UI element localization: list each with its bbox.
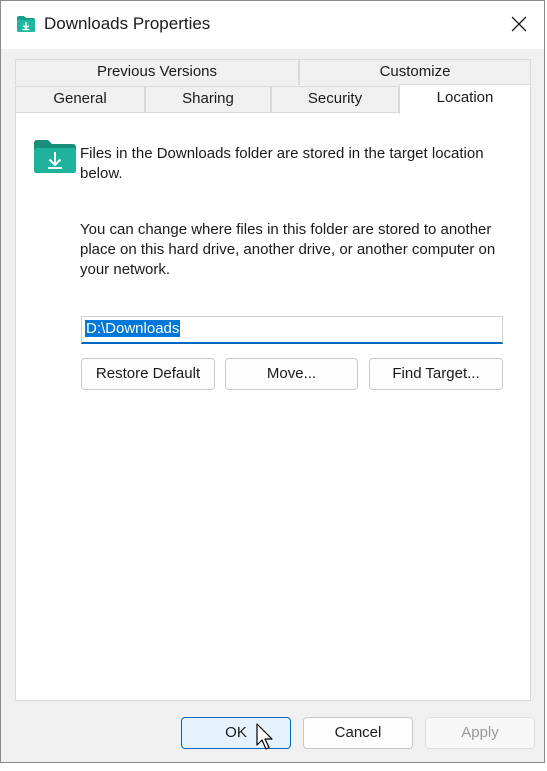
tab-sharing[interactable]: Sharing: [145, 86, 271, 112]
move-button[interactable]: Move...: [225, 358, 358, 390]
mouse-pointer-icon: [256, 723, 273, 750]
path-input[interactable]: D:\Downloads: [81, 316, 503, 344]
tab-general[interactable]: General: [15, 86, 145, 112]
window-title: Downloads Properties: [44, 14, 211, 33]
tab-strip: Previous Versions Customize General Shar…: [15, 59, 531, 114]
downloads-folder-icon: [17, 16, 35, 32]
apply-button[interactable]: Apply: [425, 717, 535, 749]
title-bar[interactable]: Downloads Properties: [1, 1, 544, 49]
close-button[interactable]: [494, 1, 544, 47]
downloads-folder-icon: [34, 140, 76, 173]
cancel-button[interactable]: Cancel: [303, 717, 413, 749]
tab-customize[interactable]: Customize: [299, 59, 531, 85]
location-description: You can change where files in this folde…: [80, 221, 496, 278]
tab-location[interactable]: Location: [399, 84, 531, 114]
path-value: D:\Downloads: [85, 320, 181, 337]
tab-previous-versions[interactable]: Previous Versions: [15, 59, 299, 85]
find-target-button[interactable]: Find Target...: [369, 358, 503, 390]
restore-default-button[interactable]: Restore Default: [81, 358, 215, 390]
tab-security[interactable]: Security: [271, 86, 399, 112]
properties-dialog: Downloads Properties Previous Versions C…: [0, 0, 545, 763]
location-info-text: Files in the Downloads folder are stored…: [80, 145, 484, 182]
close-icon: [511, 16, 527, 32]
location-panel: Files in the Downloads folder are stored…: [15, 112, 531, 701]
